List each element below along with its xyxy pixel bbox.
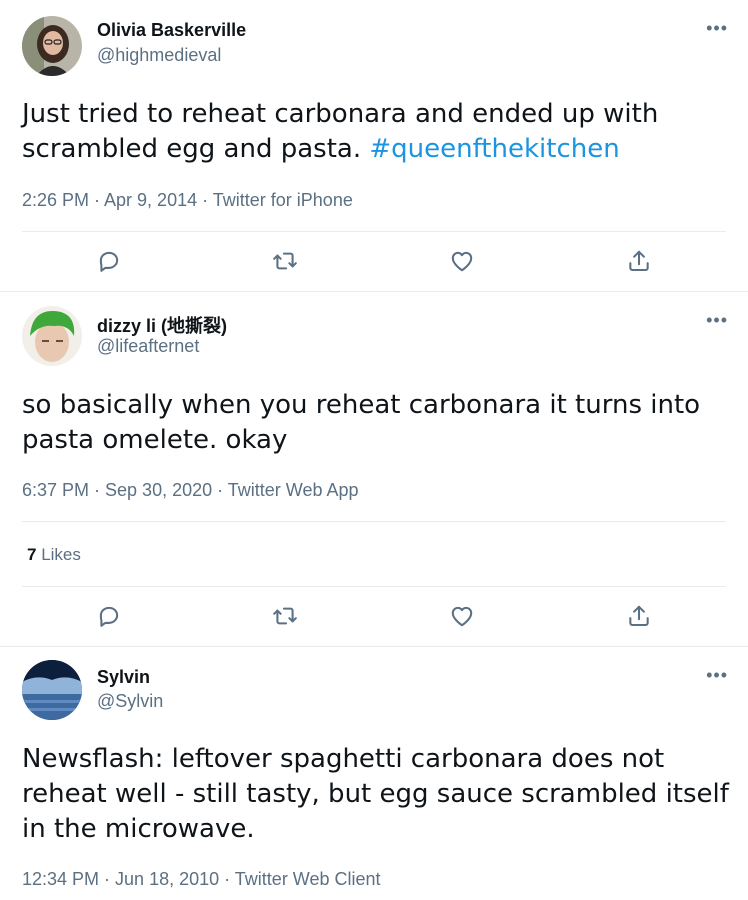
more-options-button[interactable]: •••: [706, 18, 728, 39]
divider: [22, 586, 726, 587]
tweet-actions: [22, 241, 726, 281]
share-button[interactable]: [619, 241, 659, 281]
likes-count[interactable]: 7 Likes: [27, 545, 81, 565]
like-icon: [451, 251, 473, 272]
reply-button[interactable]: [89, 596, 129, 636]
retweet-button[interactable]: [265, 241, 305, 281]
tweet-timestamp[interactable]: 6:37 PM · Sep 30, 2020 · Twitter Web App: [22, 480, 359, 501]
reply-icon: [99, 251, 119, 272]
likes-label: Likes: [41, 545, 81, 564]
avatar[interactable]: [22, 16, 82, 76]
divider: [22, 231, 726, 232]
retweet-icon: [273, 252, 297, 270]
retweet-icon: [273, 607, 297, 625]
like-button[interactable]: [442, 596, 482, 636]
like-icon: [451, 606, 473, 627]
reply-button[interactable]: [89, 241, 129, 281]
user-handle[interactable]: @highmedieval: [97, 45, 221, 66]
tweet-actions: [22, 596, 726, 636]
share-icon: [629, 605, 649, 627]
share-button[interactable]: [619, 596, 659, 636]
hashtag-link[interactable]: #queenfthekitchen: [369, 134, 619, 164]
tweet-2[interactable]: dizzy li (地撕裂) @lifeafternet ••• so basi…: [0, 292, 748, 647]
likes-number: 7: [27, 545, 37, 564]
tweet-text: Just tried to reheat carbonara and ended…: [22, 97, 730, 167]
retweet-button[interactable]: [265, 596, 305, 636]
tweet-timestamp[interactable]: 12:34 PM · Jun 18, 2010 · Twitter Web Cl…: [22, 869, 381, 890]
tweet-text: Newsflash: leftover spaghetti carbonara …: [22, 744, 729, 844]
more-options-button[interactable]: •••: [706, 665, 728, 686]
divider: [22, 521, 726, 522]
avatar[interactable]: [22, 660, 82, 720]
reply-icon: [99, 606, 119, 627]
tweet-feed: Olivia Baskerville @highmedieval ••• Jus…: [0, 0, 748, 900]
tweet-timestamp[interactable]: 2:26 PM · Apr 9, 2014 · Twitter for iPho…: [22, 190, 353, 211]
tweet-3[interactable]: Sylvin @Sylvin ••• Newsflash: leftover s…: [0, 647, 748, 900]
display-name[interactable]: Olivia Baskerville: [97, 20, 246, 41]
tweet-1[interactable]: Olivia Baskerville @highmedieval ••• Jus…: [0, 0, 748, 292]
display-name[interactable]: Sylvin: [97, 667, 150, 688]
more-options-button[interactable]: •••: [706, 310, 728, 331]
user-handle[interactable]: @Sylvin: [97, 691, 163, 712]
avatar[interactable]: [22, 306, 82, 366]
like-button[interactable]: [442, 241, 482, 281]
display-name[interactable]: dizzy li (地撕裂): [97, 312, 227, 338]
tweet-text: so basically when you reheat carbonara i…: [22, 390, 701, 455]
share-icon: [629, 250, 649, 272]
user-handle[interactable]: @lifeafternet: [97, 336, 199, 357]
